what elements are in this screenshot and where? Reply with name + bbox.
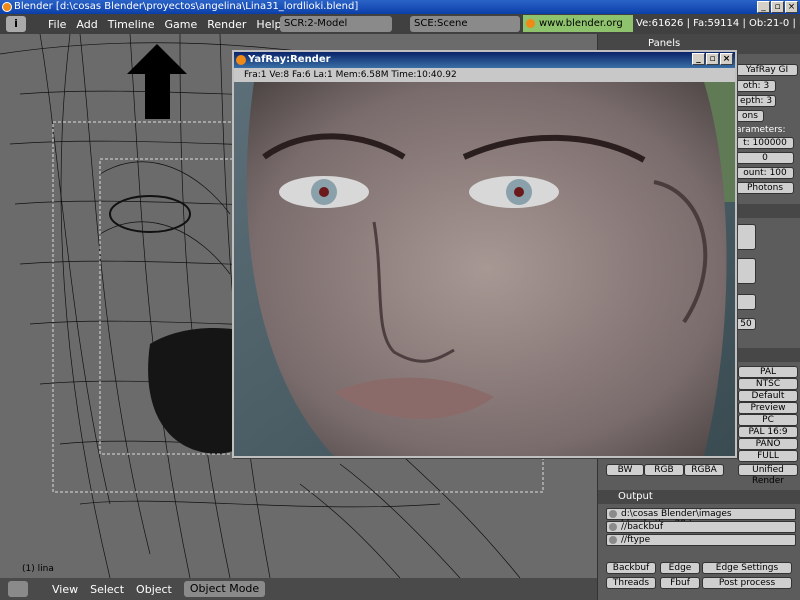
menu-timeline[interactable]: Timeline — [108, 18, 155, 31]
menu-file[interactable]: File — [48, 18, 66, 31]
menu-select[interactable]: Select — [90, 583, 124, 596]
render-titlebar[interactable]: YafRay:Render _ ▫ × — [234, 52, 735, 68]
scene-selector[interactable]: SCE:Scene — [410, 16, 520, 32]
value-field[interactable]: 50 — [736, 318, 756, 330]
ftype-path: //ftype — [621, 535, 651, 545]
ftype-path-row[interactable]: //ftype — [606, 534, 796, 546]
param-field[interactable]: 0 — [736, 152, 794, 164]
blender-logo-icon — [526, 19, 535, 28]
photon-count-field[interactable]: t: 100000 — [736, 137, 794, 149]
rendered-face-image — [234, 82, 735, 456]
menu-render[interactable]: Render — [207, 18, 246, 31]
screen-selector[interactable]: SCR:2-Model — [280, 16, 392, 32]
bw-toggle[interactable]: BW — [606, 464, 644, 476]
menu-game[interactable]: Game — [165, 18, 198, 31]
rgb-toggle[interactable]: RGB — [644, 464, 684, 476]
window-title: Blender [d:\cosas Blender\proyectos\ange… — [14, 1, 359, 12]
preset-full[interactable]: FULL — [738, 450, 798, 462]
menu-object[interactable]: Object — [136, 583, 172, 596]
render-status: Fra:1 Ve:8 Fa:6 La:1 Mem:6.58M Time:10:4… — [234, 68, 735, 82]
preset-pc[interactable]: PC — [738, 414, 798, 426]
blender-url-link[interactable]: www.blender.org 236 — [523, 15, 633, 46]
blender-logo-icon — [236, 55, 246, 65]
maximize-button[interactable]: ▫ — [771, 1, 784, 13]
menu-view[interactable]: View — [52, 583, 78, 596]
preset-ntsc[interactable]: NTSC — [738, 378, 798, 390]
render-button-a[interactable] — [736, 224, 756, 250]
render-maximize-button[interactable]: ▫ — [706, 53, 719, 65]
post-process-button[interactable]: Post process — [702, 577, 792, 589]
edge-settings-button[interactable]: Edge Settings — [702, 562, 792, 574]
preset-default[interactable]: Default — [738, 390, 798, 402]
yafray-gi-tab[interactable]: YafRay GI — [736, 64, 798, 76]
folder-icon[interactable] — [609, 510, 617, 518]
yafray-render-window[interactable]: YafRay:Render _ ▫ × Fra:1 Ve:8 Fa:6 La:1… — [232, 50, 737, 458]
viewport-header: View Select Object Object Mode — [0, 578, 597, 600]
menu-add[interactable]: Add — [76, 18, 97, 31]
output-title: Output — [618, 491, 653, 502]
eye-mesh — [109, 195, 191, 233]
photons-button[interactable]: Photons — [736, 182, 794, 194]
window-titlebar: Blender [d:\cosas Blender\proyectos\ange… — [0, 0, 800, 14]
count-field[interactable]: ount: 100 — [736, 167, 794, 179]
fbuf-button[interactable]: Fbuf — [660, 577, 700, 589]
active-object-label: (1) lina — [22, 564, 54, 574]
backbuf-path-row[interactable]: //backbuf — [606, 521, 796, 533]
options-button[interactable]: ons — [736, 110, 764, 122]
render-button-b[interactable] — [736, 258, 756, 284]
render-close-button[interactable]: × — [720, 53, 733, 65]
depth-field-2[interactable]: epth: 3 — [736, 95, 776, 107]
info-icon[interactable]: i — [6, 16, 26, 32]
preset-pano[interactable]: PANO — [738, 438, 798, 450]
render-window-title: YafRay:Render — [248, 54, 331, 65]
backbuf-path: //backbuf — [621, 522, 664, 532]
folder-icon[interactable] — [609, 523, 617, 531]
parameters-label: arameters: — [736, 125, 786, 135]
preset-pal[interactable]: PAL — [738, 366, 798, 378]
render-minimize-button[interactable]: _ — [692, 53, 705, 65]
viewport-type-icon[interactable] — [8, 581, 28, 597]
rgba-toggle[interactable]: RGBA — [684, 464, 724, 476]
mode-selector[interactable]: Object Mode — [183, 581, 266, 597]
preset-pal169[interactable]: PAL 16:9 — [738, 426, 798, 438]
minimize-button[interactable]: _ — [757, 1, 770, 13]
output-section-header[interactable]: Output — [598, 490, 800, 504]
up-arrow-icon — [127, 44, 187, 119]
unified-render-toggle[interactable]: Unified Render — [738, 464, 798, 486]
threads-button[interactable]: Threads — [606, 577, 656, 589]
close-button[interactable]: × — [785, 1, 798, 13]
blender-logo-icon — [2, 2, 12, 12]
preset-preview[interactable]: Preview — [738, 402, 798, 414]
menu-help[interactable]: Help — [256, 18, 281, 31]
scene-stats: Ve:61626 | Fa:59114 | Ob:21-0 | La — [636, 18, 800, 29]
edge-button[interactable]: Edge — [660, 562, 700, 574]
render-button-c[interactable] — [736, 294, 756, 310]
output-path-row[interactable]: d:\cosas Blender\images blender\lina29.t… — [606, 508, 796, 529]
depth-field[interactable]: oth: 3 — [736, 80, 776, 92]
backbuf-button[interactable]: Backbuf — [606, 562, 656, 574]
folder-icon[interactable] — [609, 536, 617, 544]
